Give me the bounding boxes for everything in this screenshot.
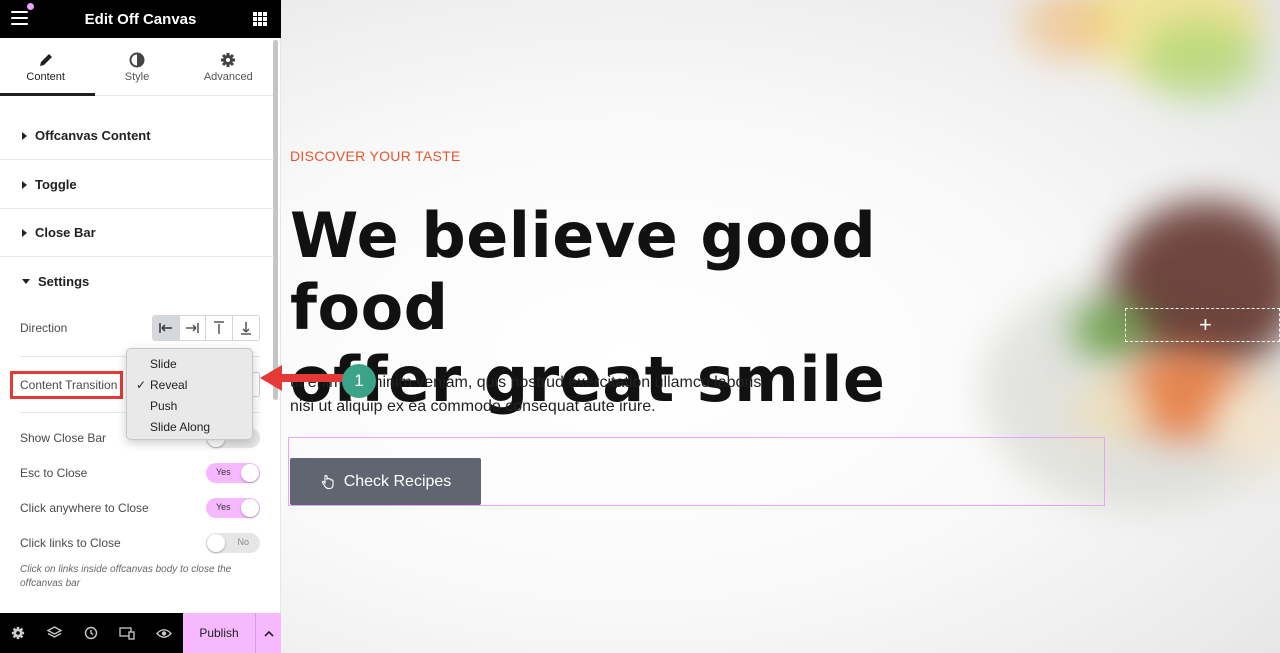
panel-footer: Publish <box>0 613 281 653</box>
toggle-value: Yes <box>216 467 231 477</box>
section-offcanvas-content[interactable]: Offcanvas Content <box>0 112 274 160</box>
align-bottom-icon <box>240 322 251 335</box>
hand-pointer-icon <box>321 474 334 489</box>
widgets-grid-icon[interactable] <box>253 12 267 26</box>
editor-panel: Edit Off Canvas Content Style Advanced O… <box>0 0 281 653</box>
tab-content-label: Content <box>26 71 65 83</box>
tab-style[interactable]: Style <box>91 38 182 95</box>
publish-options-button[interactable] <box>255 613 281 653</box>
section-settings[interactable]: Settings <box>0 257 274 305</box>
section-close-bar[interactable]: Close Bar <box>0 209 274 257</box>
section-label: Close Bar <box>35 225 96 240</box>
settings-gear-icon[interactable] <box>0 613 36 653</box>
publish-button[interactable]: Publish <box>183 613 255 653</box>
hero-eyebrow: DISCOVER YOUR TASTE <box>290 148 461 164</box>
notification-dot <box>27 3 34 10</box>
direction-right-button[interactable] <box>180 316 206 340</box>
tab-advanced-label: Advanced <box>203 71 253 83</box>
caret-right-icon <box>22 228 27 237</box>
toggle-value: Yes <box>216 502 231 512</box>
align-right-icon <box>186 323 199 333</box>
direction-bottom-button[interactable] <box>233 316 259 340</box>
align-left-icon <box>159 323 172 333</box>
click-links-label: Click links to Close <box>20 536 121 550</box>
option-slide-along[interactable]: Slide Along <box>127 417 252 438</box>
content-transition-dropdown: Slide ✓ Reveal Push Slide Along <box>126 348 253 440</box>
checkmark-icon: ✓ <box>136 378 147 392</box>
headline-line: We believe good food <box>290 199 877 344</box>
preview-eye-icon[interactable] <box>146 613 182 653</box>
section-label: Settings <box>38 273 90 289</box>
caret-right-icon <box>22 131 27 140</box>
tab-advanced[interactable]: Advanced <box>183 38 274 95</box>
direction-label: Direction <box>20 321 68 335</box>
panel-title: Edit Off Canvas <box>84 11 197 28</box>
step-number-badge: 1 <box>342 364 376 398</box>
align-top-icon <box>213 321 224 334</box>
tab-content[interactable]: Content <box>0 38 96 96</box>
esc-to-close-toggle[interactable]: Yes <box>206 463 260 483</box>
direction-top-button[interactable] <box>206 316 233 340</box>
click-anywhere-label: Click anywhere to Close <box>20 501 149 515</box>
caret-right-icon <box>22 180 27 189</box>
option-slide[interactable]: Slide <box>127 354 252 375</box>
layers-icon[interactable] <box>36 613 72 653</box>
option-push[interactable]: Push <box>127 396 252 417</box>
help-text: Click on links inside offcanvas body to … <box>20 564 232 589</box>
annotation-highlight-box <box>10 371 123 399</box>
chevron-up-icon <box>263 630 274 637</box>
responsive-mode-icon[interactable] <box>109 613 145 653</box>
show-close-bar-label: Show Close Bar <box>20 431 107 445</box>
tab-style-label: Style <box>124 71 150 83</box>
section-label: Toggle <box>35 177 77 192</box>
cta-label: Check Recipes <box>343 472 452 490</box>
esc-to-close-label: Esc to Close <box>20 466 88 480</box>
history-icon[interactable] <box>73 613 109 653</box>
section-label: Offcanvas Content <box>35 128 151 143</box>
toggle-value: No <box>237 537 249 547</box>
section-toggle[interactable]: Toggle <box>0 161 274 209</box>
direction-left-button[interactable] <box>153 316 180 340</box>
click-links-toggle[interactable]: No <box>206 533 260 553</box>
annotation-arrow <box>260 365 353 391</box>
click-anywhere-toggle[interactable]: Yes <box>206 498 260 518</box>
option-reveal[interactable]: ✓ Reveal <box>127 375 252 396</box>
check-recipes-button[interactable]: Check Recipes <box>290 458 481 505</box>
panel-header: Edit Off Canvas <box>0 0 281 38</box>
direction-button-group <box>152 315 260 341</box>
gear-icon <box>183 52 274 69</box>
half-circle-icon <box>91 52 182 69</box>
pencil-icon <box>0 52 91 69</box>
add-section-plus-icon[interactable]: + <box>1199 312 1212 338</box>
body-line: nisi ut aliquip ex ea commodo consequat … <box>290 398 656 415</box>
caret-down-icon <box>22 278 30 284</box>
panel-tabs: Content Style Advanced <box>0 38 274 96</box>
